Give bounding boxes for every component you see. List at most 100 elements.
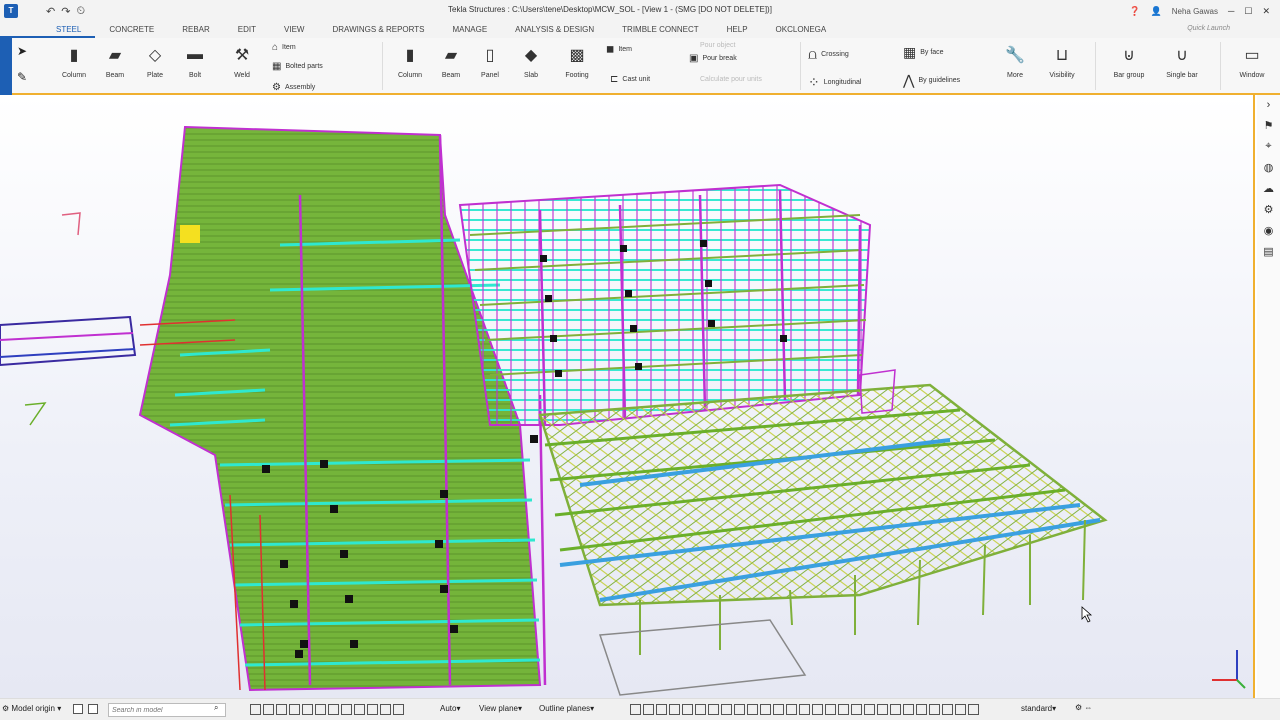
select-tool[interactable] [760, 704, 771, 715]
globe-icon[interactable]: ◍ [1264, 161, 1274, 174]
select-tool[interactable] [890, 704, 901, 715]
select-tool[interactable] [656, 704, 667, 715]
select-tool[interactable] [942, 704, 953, 715]
snap-tool[interactable] [380, 704, 391, 715]
single-bar-button[interactable]: ∪ Single bar [1162, 44, 1202, 79]
user-icon[interactable]: 👤 [1151, 6, 1162, 17]
steel-beam-button[interactable]: ▰ Beam [95, 44, 135, 79]
tab-trimble-connect[interactable]: TRIMBLE CONNECT [608, 22, 712, 38]
calculate-pour-units-button[interactable]: Calculate pour units [700, 76, 762, 83]
select-tool[interactable] [877, 704, 888, 715]
search-in-model-input[interactable] [108, 703, 226, 717]
select-tool[interactable] [747, 704, 758, 715]
select-tool[interactable] [721, 704, 732, 715]
select-tool[interactable] [669, 704, 680, 715]
snap-tool[interactable] [315, 704, 326, 715]
window-button[interactable]: ▭ Window [1232, 44, 1272, 79]
help-icon[interactable]: ❓ [1129, 6, 1140, 17]
tab-steel[interactable]: STEEL [0, 22, 96, 38]
auto-dropdown[interactable]: Auto▾ [440, 704, 460, 713]
pour-object-button[interactable]: Pour object [700, 42, 735, 49]
steel-column-button[interactable]: ▮ Column [54, 44, 94, 79]
slab-button[interactable]: ◆ Slab [511, 44, 551, 79]
select-tool[interactable] [786, 704, 797, 715]
select-tool[interactable] [734, 704, 745, 715]
snap-tool[interactable] [393, 704, 404, 715]
tab-view[interactable]: VIEW [270, 22, 318, 38]
select-tool[interactable] [643, 704, 654, 715]
bolted-parts-button[interactable]: ▦ Bolted parts [272, 61, 323, 72]
select-tool[interactable] [838, 704, 849, 715]
select-tool[interactable] [773, 704, 784, 715]
by-guidelines-button[interactable]: ⋀ By guidelines [903, 72, 960, 89]
select-arrow-icon[interactable]: ➤ [17, 44, 27, 58]
concrete-column-button[interactable]: ▮ Column [390, 44, 430, 79]
pour-break-button[interactable]: ▣ Pour break [689, 53, 737, 64]
cast-unit-button[interactable]: ⊏ Cast unit [610, 74, 650, 85]
select-tool[interactable] [968, 704, 979, 715]
clip-icon[interactable]: ⌖ [1265, 140, 1271, 153]
snap-toggle[interactable] [73, 704, 83, 714]
select-tool[interactable] [708, 704, 719, 715]
concrete-beam-button[interactable]: ▰ Beam [431, 44, 471, 79]
select-tool[interactable] [799, 704, 810, 715]
tab-edit[interactable]: EDIT [224, 22, 270, 38]
select-tool[interactable] [929, 704, 940, 715]
more-button[interactable]: 🔧 More [995, 44, 1035, 79]
select-tool[interactable] [695, 704, 706, 715]
select-tool[interactable] [903, 704, 914, 715]
select-tool[interactable] [825, 704, 836, 715]
select-tool[interactable] [864, 704, 875, 715]
snap-tool[interactable] [328, 704, 339, 715]
select-tool[interactable] [630, 704, 641, 715]
tab-okclonega[interactable]: OKCLONEGA [762, 22, 841, 38]
snap-tool[interactable] [341, 704, 352, 715]
by-face-button[interactable]: ▦ By face [903, 44, 944, 61]
maximize-icon[interactable]: ☐ [1244, 6, 1252, 17]
cloud-icon[interactable]: ☁ [1263, 182, 1274, 195]
footing-button[interactable]: ▩ Footing [557, 44, 597, 79]
select-tool[interactable] [851, 704, 862, 715]
redo-icon[interactable]: ↷ [61, 5, 70, 18]
tab-rebar[interactable]: REBAR [168, 22, 224, 38]
bolt-button[interactable]: ▬ Bolt [175, 44, 215, 79]
snap-tool[interactable] [367, 704, 378, 715]
crossing-button[interactable]: ⩍ Crossing [808, 46, 849, 63]
view-plane-dropdown[interactable]: View plane▾ [479, 704, 522, 713]
undo-icon[interactable]: ↶ [46, 5, 55, 18]
tab-drawings-reports[interactable]: DRAWINGS & REPORTS [318, 22, 438, 38]
expand-arrow-icon[interactable]: › [1267, 99, 1271, 111]
concrete-item-button[interactable]: ◼ Item [606, 44, 632, 55]
quick-launch-input[interactable]: Quick Launch [1187, 25, 1230, 32]
settings-icon[interactable]: ⚙ ⇔ [1075, 703, 1092, 712]
snap-tool[interactable] [263, 704, 274, 715]
visibility-button[interactable]: ⊔ Visibility [1042, 44, 1082, 79]
settings-icon[interactable]: ⚙ [1264, 203, 1274, 216]
layers-icon[interactable]: ▤ [1263, 245, 1273, 258]
snap-tool[interactable] [289, 704, 300, 715]
tab-help[interactable]: HELP [713, 22, 762, 38]
snap-tool[interactable] [302, 704, 313, 715]
select-tool[interactable] [955, 704, 966, 715]
catalog-icon[interactable]: ◉ [1264, 224, 1274, 237]
model-view-canvas[interactable] [0, 95, 1255, 698]
snap-tool[interactable] [354, 704, 365, 715]
select-tool[interactable] [682, 704, 693, 715]
snap-tool[interactable] [250, 704, 261, 715]
weld-button[interactable]: ⚒ Weld [222, 44, 262, 79]
bar-group-button[interactable]: ⊍ Bar group [1109, 44, 1149, 79]
tab-concrete[interactable]: CONCRETE [95, 22, 168, 38]
parts-item-button[interactable]: ⌂ Item [272, 42, 296, 53]
selection-filter-dropdown[interactable]: standard▾ [1021, 704, 1056, 713]
snap-tool[interactable] [276, 704, 287, 715]
close-icon[interactable]: ✕ [1262, 6, 1270, 17]
plate-button[interactable]: ◇ Plate [135, 44, 175, 79]
snap-toggle-2[interactable] [88, 704, 98, 714]
outline-planes-dropdown[interactable]: Outline planes▾ [539, 704, 594, 713]
panel-button[interactable]: ▯ Panel [470, 44, 510, 79]
longitudinal-button[interactable]: ⁘ Longitudinal [808, 74, 862, 91]
properties-icon[interactable]: ⚑ [1264, 119, 1274, 132]
select-tool[interactable] [812, 704, 823, 715]
assembly-button[interactable]: ⚙ Assembly [272, 82, 315, 93]
select-tool[interactable] [916, 704, 927, 715]
